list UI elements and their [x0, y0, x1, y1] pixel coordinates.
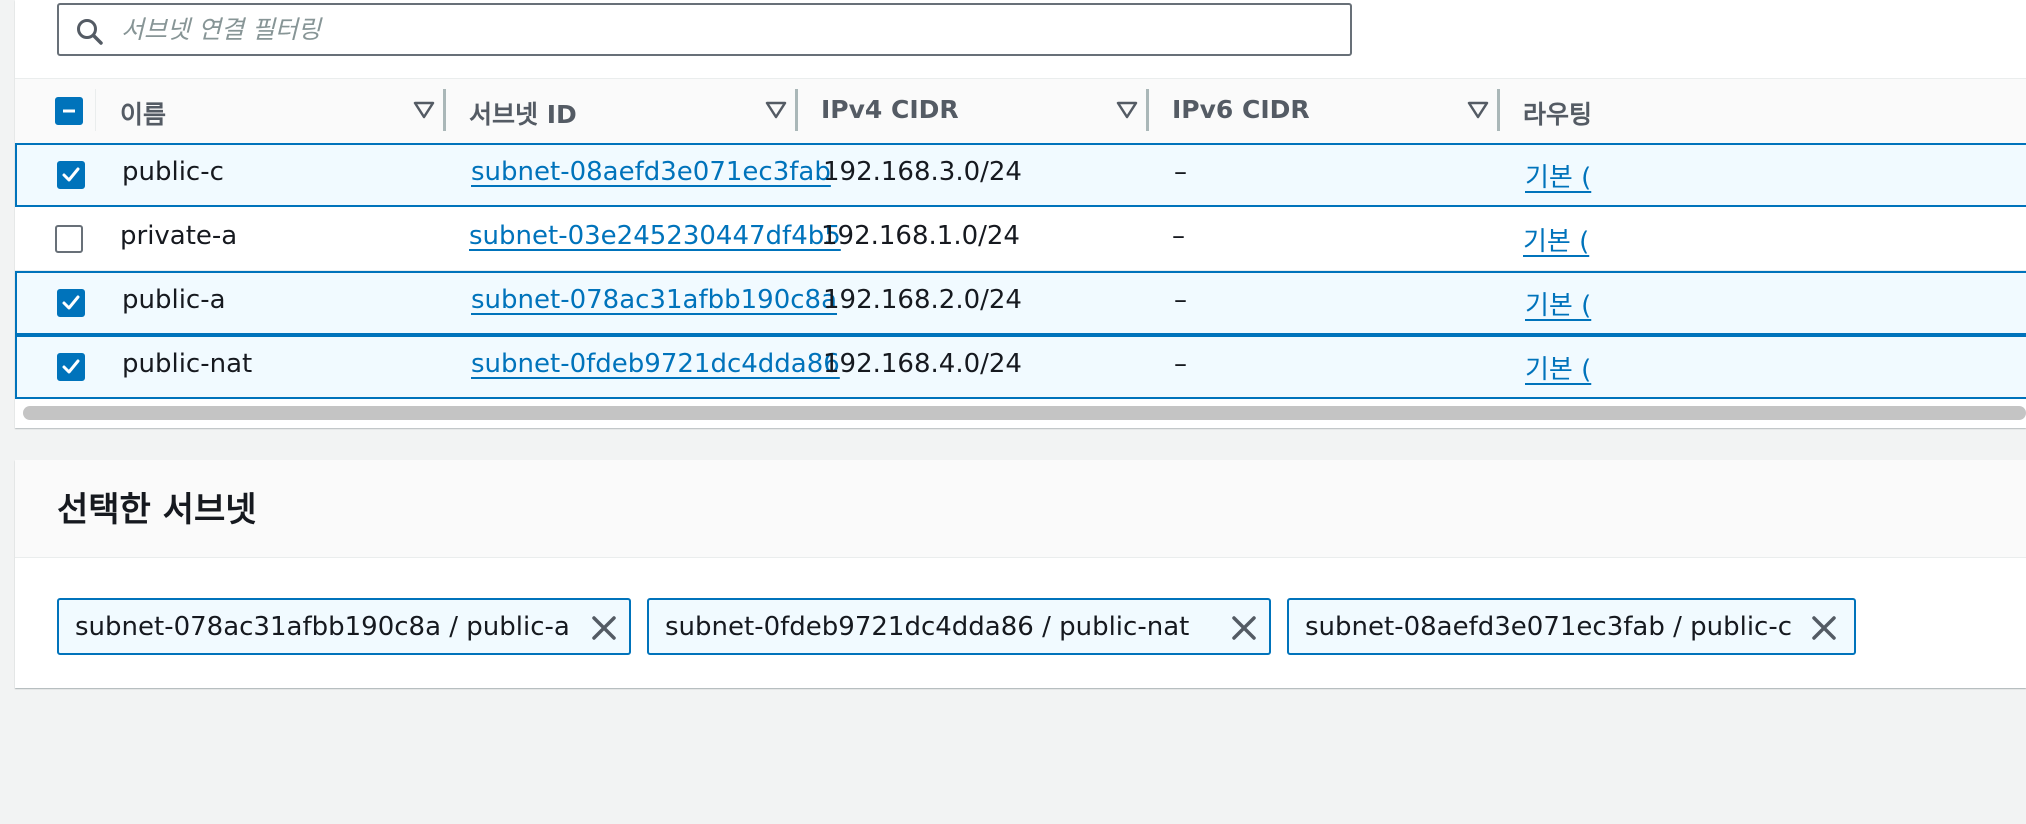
- selected-subnet-token: subnet-08aefd3e071ec3fab / public-c: [1287, 598, 1856, 655]
- sort-triangle-icon[interactable]: [1467, 101, 1489, 119]
- subnet-table-card: 이름 서브넷 ID IPv4 CIDR IPv6 CIDR 라우팅 public…: [15, 0, 2026, 428]
- cell-ipv4-cidr: 192.168.1.0/24: [821, 221, 1020, 251]
- close-icon[interactable]: [589, 613, 619, 643]
- selected-subnets-title: 선택한 서브넷: [57, 490, 257, 530]
- cell-ipv6-cidr: –: [1172, 221, 1185, 251]
- cell-subnet-id-link[interactable]: subnet-03e245230447df4b5: [469, 221, 841, 251]
- column-resizer[interactable]: [1146, 89, 1149, 131]
- subnet-filter[interactable]: [57, 3, 1352, 56]
- subnet-filter-input[interactable]: [121, 9, 1331, 50]
- row-checkbox[interactable]: [57, 353, 85, 381]
- cell-subnet-id-link[interactable]: subnet-0fdeb9721dc4dda86: [471, 349, 840, 379]
- search-icon: [77, 19, 103, 45]
- column-resizer[interactable]: [795, 89, 798, 131]
- cell-name: public-a: [122, 285, 226, 315]
- table-row[interactable]: public-nat subnet-0fdeb9721dc4dda86 192.…: [15, 335, 2026, 399]
- close-icon[interactable]: [1809, 613, 1839, 643]
- indeterminate-icon: [63, 109, 75, 113]
- column-header-ipv6-cidr[interactable]: IPv6 CIDR: [1172, 95, 1310, 124]
- close-icon[interactable]: [1229, 613, 1259, 643]
- horizontal-scrollbar[interactable]: [23, 406, 2026, 420]
- column-header-name[interactable]: 이름: [120, 95, 166, 131]
- checkmark-icon: [62, 295, 80, 310]
- cell-route-table-link[interactable]: 기본 (: [1525, 157, 1591, 194]
- table-header: 이름 서브넷 ID IPv4 CIDR IPv6 CIDR 라우팅: [15, 78, 2026, 144]
- row-checkbox[interactable]: [57, 161, 85, 189]
- cell-ipv6-cidr: –: [1174, 349, 1187, 379]
- cell-ipv4-cidr: 192.168.3.0/24: [823, 157, 1022, 187]
- checkmark-icon: [62, 167, 80, 182]
- token-label: subnet-0fdeb9721dc4dda86 / public-nat: [665, 612, 1190, 642]
- row-checkbox[interactable]: [55, 225, 83, 253]
- row-checkbox[interactable]: [57, 289, 85, 317]
- cell-name: private-a: [120, 221, 238, 251]
- cell-ipv6-cidr: –: [1174, 157, 1187, 187]
- token-label: subnet-078ac31afbb190c8a / public-a: [75, 612, 570, 642]
- cell-ipv4-cidr: 192.168.4.0/24: [823, 349, 1022, 379]
- token-label: subnet-08aefd3e071ec3fab / public-c: [1305, 612, 1793, 642]
- sort-triangle-icon[interactable]: [765, 101, 787, 119]
- cell-name: public-c: [122, 157, 224, 187]
- selected-subnet-token: subnet-0fdeb9721dc4dda86 / public-nat: [647, 598, 1271, 655]
- table-row[interactable]: public-c subnet-08aefd3e071ec3fab 192.16…: [15, 143, 2026, 207]
- table-row[interactable]: public-a subnet-078ac31afbb190c8a 192.16…: [15, 271, 2026, 335]
- cell-ipv4-cidr: 192.168.2.0/24: [823, 285, 1022, 315]
- column-header-subnet-id[interactable]: 서브넷 ID: [469, 95, 577, 131]
- table-row[interactable]: private-a subnet-03e245230447df4b5 192.1…: [15, 207, 2026, 271]
- selected-subnets-header: 선택한 서브넷: [15, 460, 2026, 558]
- cell-subnet-id-link[interactable]: subnet-08aefd3e071ec3fab: [471, 157, 831, 187]
- selected-subnet-token: subnet-078ac31afbb190c8a / public-a: [57, 598, 631, 655]
- cell-ipv6-cidr: –: [1174, 285, 1187, 315]
- column-divider: [95, 89, 96, 131]
- column-resizer[interactable]: [1497, 89, 1500, 131]
- column-header-route-table[interactable]: 라우팅: [1523, 95, 1592, 131]
- cell-name: public-nat: [122, 349, 253, 379]
- cell-route-table-link[interactable]: 기본 (: [1523, 221, 1589, 258]
- checkmark-icon: [62, 359, 80, 374]
- cell-route-table-link[interactable]: 기본 (: [1525, 285, 1591, 322]
- sort-triangle-icon[interactable]: [1116, 101, 1138, 119]
- selected-subnets-panel: 선택한 서브넷 subnet-078ac31afbb190c8a / publi…: [15, 460, 2026, 688]
- column-header-ipv4-cidr[interactable]: IPv4 CIDR: [821, 95, 959, 124]
- cell-route-table-link[interactable]: 기본 (: [1525, 349, 1591, 386]
- select-all-checkbox[interactable]: [55, 97, 83, 125]
- sort-triangle-icon[interactable]: [413, 101, 435, 119]
- column-resizer[interactable]: [443, 89, 446, 131]
- cell-subnet-id-link[interactable]: subnet-078ac31afbb190c8a: [471, 285, 837, 315]
